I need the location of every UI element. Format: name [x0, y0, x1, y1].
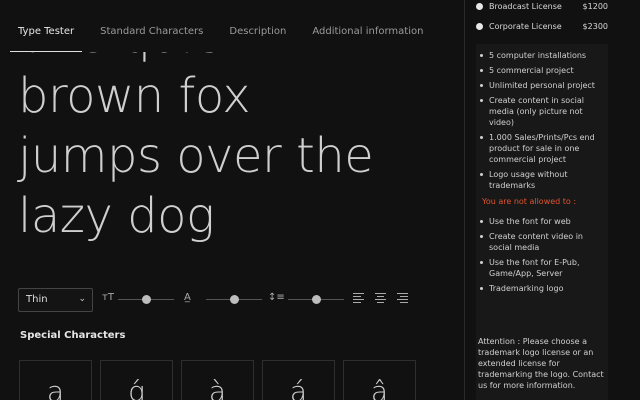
- chevron-down-icon: ⌄: [78, 294, 86, 304]
- attention-note: Attention : Please choose a trademark lo…: [478, 337, 604, 390]
- line-height-slider[interactable]: [288, 295, 344, 304]
- tab-description[interactable]: Description: [229, 0, 286, 52]
- allowed-item: 5 computer installations: [476, 50, 608, 61]
- type-tester-controls: Thin ⌄ тT A̲ ↕≡: [18, 288, 418, 312]
- license-price: $2300: [582, 22, 608, 31]
- allowed-item: Create content in social media (only pic…: [476, 95, 608, 128]
- allowed-item: Logo usage without trademarks: [476, 169, 608, 191]
- not-allowed-list: Use the font for web Create content vide…: [476, 216, 608, 294]
- not-allowed-item: Use the font for web: [476, 216, 608, 227]
- radio-button[interactable]: [476, 3, 483, 10]
- radio-button[interactable]: [476, 23, 483, 30]
- sample-line: lazy dog: [18, 188, 215, 244]
- allowed-item: 1.000 Sales/Prints/Pcs end product for s…: [476, 132, 608, 165]
- license-name: Broadcast License: [489, 2, 562, 11]
- tracking-slider-knob[interactable]: [229, 295, 239, 304]
- not-allowed-item: Trademarking logo: [476, 283, 608, 294]
- license-name: Corporate License: [489, 22, 562, 31]
- allowed-list: 5 computer installations 5 commercial pr…: [476, 44, 608, 191]
- not-allowed-heading: You are not allowed to :: [482, 197, 577, 206]
- tab-standard-characters[interactable]: Standard Characters: [100, 0, 203, 52]
- glyph-cell[interactable]: à: [181, 360, 254, 400]
- weight-select[interactable]: Thin ⌄: [18, 288, 93, 312]
- license-option-corporate[interactable]: Corporate License $2300: [476, 22, 608, 42]
- not-allowed-item: Create content video in social media: [476, 231, 608, 253]
- glyph-cell[interactable]: â: [343, 360, 416, 400]
- font-size-slider-knob[interactable]: [141, 295, 151, 304]
- not-allowed-item: Use the font for E-Pub, Game/App, Server: [476, 257, 608, 279]
- align-left-icon[interactable]: [353, 293, 364, 305]
- weight-select-value: Thin: [26, 294, 48, 305]
- allowed-item: 5 commercial project: [476, 65, 608, 76]
- sample-line: brown fox: [18, 68, 251, 124]
- align-center-icon[interactable]: [375, 293, 386, 305]
- tab-bar: Type Tester Standard Characters Descript…: [9, 0, 449, 52]
- line-height-icon: ↕≡: [268, 292, 285, 303]
- glyph-cell[interactable]: ǵ: [100, 360, 173, 400]
- sample-line: jumps over the: [18, 128, 374, 184]
- tab-additional-information[interactable]: Additional information: [312, 0, 423, 52]
- allowed-item: Unlimited personal project: [476, 80, 608, 91]
- panel-divider: [464, 0, 465, 400]
- license-price: $1200: [582, 2, 608, 11]
- license-option-broadcast[interactable]: Broadcast License $1200: [476, 2, 608, 22]
- sample-text[interactable]: The quick brown fox jumps over the lazy …: [18, 52, 440, 246]
- align-right-icon[interactable]: [397, 293, 408, 305]
- sample-line: The quick: [18, 52, 440, 66]
- text-size-icon: тT: [102, 292, 114, 303]
- font-size-slider[interactable]: [118, 295, 174, 304]
- tab-type-tester[interactable]: Type Tester: [9, 0, 83, 52]
- glyph-cell[interactable]: á: [262, 360, 335, 400]
- tracking-slider[interactable]: [206, 295, 262, 304]
- special-characters-title: Special Characters: [20, 330, 126, 341]
- line-height-slider-knob[interactable]: [311, 295, 321, 304]
- type-tester-preview: The quick brown fox jumps over the lazy …: [0, 52, 440, 284]
- tracking-icon: A̲: [184, 292, 191, 303]
- glyph-cell[interactable]: a: [19, 360, 92, 400]
- license-options: Broadcast License $1200 Corporate Licens…: [476, 2, 608, 42]
- glyph-grid: a ǵ à á â: [19, 360, 424, 400]
